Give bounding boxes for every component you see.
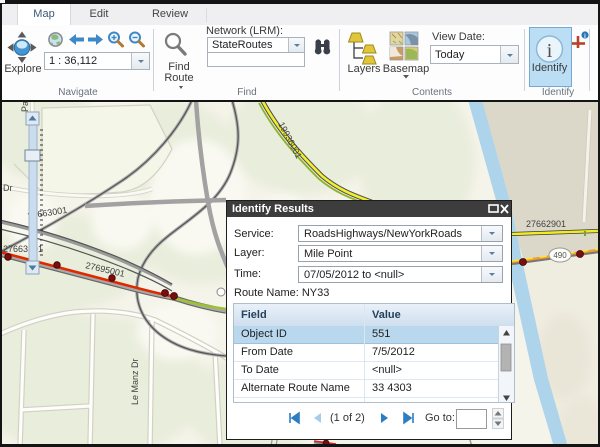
svg-text:Le Manz Dr: Le Manz Dr	[130, 358, 140, 405]
svg-text:490: 490	[553, 251, 567, 260]
svg-text:Pa: Pa	[20, 102, 30, 112]
svg-text:i: i	[547, 40, 553, 62]
svg-text:Dr: Dr	[3, 183, 13, 193]
svg-text:27662901: 27662901	[526, 219, 566, 229]
